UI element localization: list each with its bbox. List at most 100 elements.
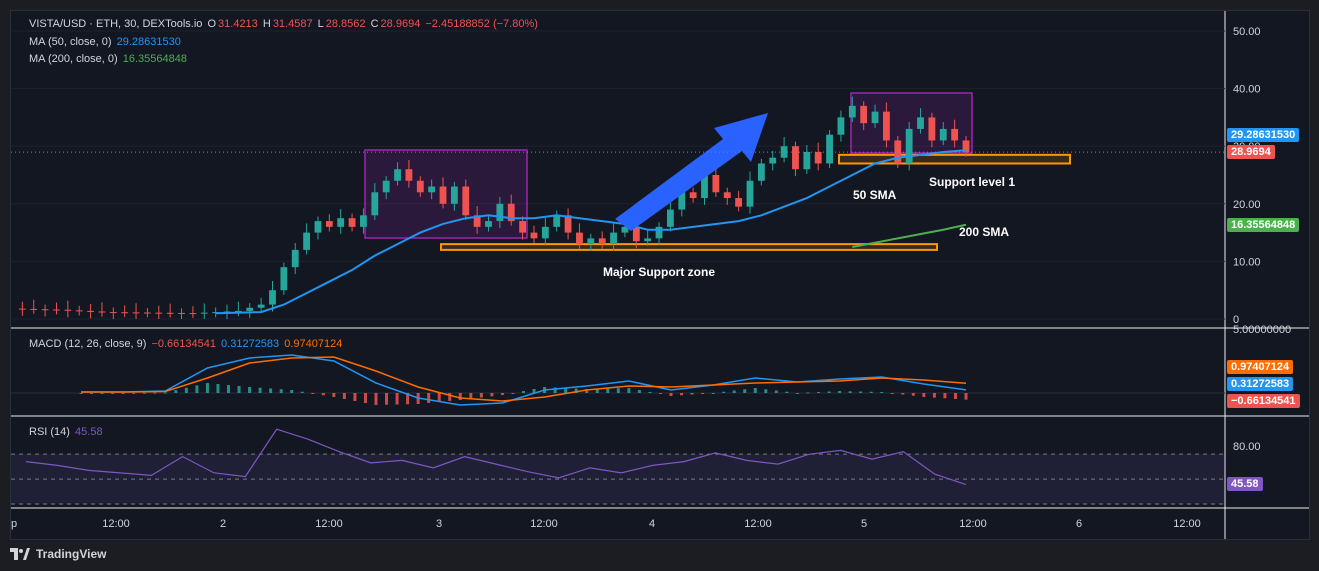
macd-histogram-bar — [269, 388, 273, 393]
macd-histogram-bar — [774, 390, 778, 393]
candle-body — [917, 117, 924, 129]
candle-body — [792, 146, 799, 170]
rsi-value: 45.58 — [75, 426, 103, 438]
macd-histogram-bar — [142, 392, 146, 394]
candle-body — [371, 192, 379, 216]
macd-label: MACD (12, 26, close, 9) — [29, 338, 147, 350]
macd-line-tag: 0.31272583 — [1227, 377, 1294, 391]
candle-body — [450, 186, 458, 204]
macd-histogram-bar — [111, 393, 115, 394]
macd-histogram-bar — [132, 392, 136, 394]
macd-histogram-bar — [342, 393, 346, 399]
candle-body — [75, 310, 83, 312]
candle-body — [416, 180, 424, 193]
price-tick-label: 50.00 — [1233, 26, 1261, 38]
candle-body — [530, 232, 538, 239]
chart-canvas[interactable]: 50.0040.0030.0020.0010.0005.0000000080.0… — [11, 11, 1309, 539]
macd-legend[interactable]: MACD (12, 26, close, 9) −0.66134541 0.31… — [29, 338, 344, 350]
candle-body — [155, 312, 163, 314]
macd-histogram-bar — [469, 393, 473, 399]
macd-histogram-bar — [100, 393, 104, 394]
candle-body — [394, 169, 401, 181]
tradingview-brand[interactable]: TradingView — [36, 547, 106, 561]
last-price-tag: 28.9694 — [1227, 145, 1275, 159]
macd-histogram-bar — [859, 391, 863, 393]
macd-histogram-bar — [722, 391, 726, 393]
candle-body — [246, 307, 254, 311]
macd-histogram-bar — [606, 388, 610, 393]
candle-body — [848, 105, 856, 118]
candle-body — [189, 313, 197, 315]
macd-histogram-bar — [827, 391, 831, 393]
macd-histogram-bar — [195, 385, 199, 393]
candle-body — [30, 308, 38, 310]
candle-body — [382, 180, 390, 193]
candle-body — [53, 309, 60, 311]
macd-histogram-bar — [500, 393, 504, 395]
support-zone — [838, 153, 1071, 165]
candle-body — [723, 192, 731, 199]
candle-body — [121, 312, 129, 314]
ma50-label: MA (50, close, 0) — [29, 36, 112, 48]
macd-histogram-bar — [880, 392, 884, 393]
macd-histogram-bar — [637, 390, 641, 393]
change-value: −2.45188852 (−7.80%) — [425, 18, 538, 30]
macd-histogram-bar — [669, 393, 673, 396]
rsi-legend[interactable]: RSI (14) 45.58 — [29, 426, 105, 438]
macd-histogram-bar — [227, 385, 230, 393]
candle-body — [860, 105, 868, 124]
macd-histogram-bar — [890, 393, 894, 394]
candle-body — [200, 312, 208, 314]
macd-histogram-bar — [616, 388, 620, 393]
time-tick-label: 12:00 — [315, 518, 343, 530]
macd-histogram-bar — [279, 389, 283, 393]
close-value: 28.9694 — [380, 18, 421, 30]
candle-body — [405, 169, 413, 181]
high-label: H — [262, 18, 271, 30]
macd-histogram-bar — [932, 393, 936, 398]
annotation-support1: Support level 1 — [929, 175, 1015, 189]
macd-histogram-bar — [205, 383, 209, 393]
macd-histogram-bar — [258, 387, 262, 393]
candle-body — [928, 117, 936, 141]
macd-histogram-bar — [658, 393, 662, 394]
macd-histogram-bar — [627, 388, 631, 393]
tradingview-logo-icon[interactable] — [10, 548, 30, 560]
time-tick-label: 6 — [1076, 518, 1082, 530]
candle-body — [496, 203, 504, 222]
candle-body — [769, 157, 777, 164]
annotation-sma50: 50 SMA — [853, 188, 897, 202]
footer: TradingView — [10, 544, 106, 564]
ma50-legend[interactable]: MA (50, close, 0) 29.28631530 — [29, 36, 183, 48]
candle-body — [337, 218, 345, 227]
macd-histogram-bar — [953, 393, 957, 399]
macd-histogram-bar — [448, 393, 452, 401]
macd-histogram-bar — [522, 391, 525, 393]
macd-histogram-bar — [943, 393, 947, 399]
macd-histogram-bar — [690, 393, 694, 395]
macd-histogram-bar — [427, 393, 431, 403]
close-label: C — [370, 18, 379, 30]
macd-histogram-bar — [869, 391, 873, 393]
candle-body — [144, 312, 151, 314]
macd-histogram-bar — [90, 393, 94, 394]
time-tick-label: 12:00 — [1173, 518, 1201, 530]
macd-histogram-bar — [680, 393, 684, 396]
candle-body — [98, 311, 106, 313]
macd-hist-value: −0.66134541 — [151, 338, 216, 350]
ma200-legend[interactable]: MA (200, close, 0) 16.35564848 — [29, 53, 189, 65]
macd-histogram-bar — [922, 393, 926, 397]
ohlc-legend: VISTA/USD · ETH, 30, DEXTools.io O 31.421… — [29, 18, 540, 30]
price-tick-label: 40.00 — [1233, 84, 1261, 96]
candle-body — [939, 128, 947, 141]
symbol-title[interactable]: VISTA/USD · ETH, 30, DEXTools.io — [29, 18, 202, 30]
macd-histogram-bar — [795, 393, 799, 394]
macd-line-value: 0.31272583 — [221, 338, 280, 350]
open-label: O — [207, 18, 217, 30]
candle-body — [541, 226, 549, 239]
annotation-major_support: Major Support zone — [603, 265, 715, 279]
candle-body — [291, 249, 299, 268]
time-tick-label: p — [11, 518, 17, 530]
macd-histogram-bar — [806, 392, 810, 394]
macd-histogram-bar — [964, 393, 968, 400]
